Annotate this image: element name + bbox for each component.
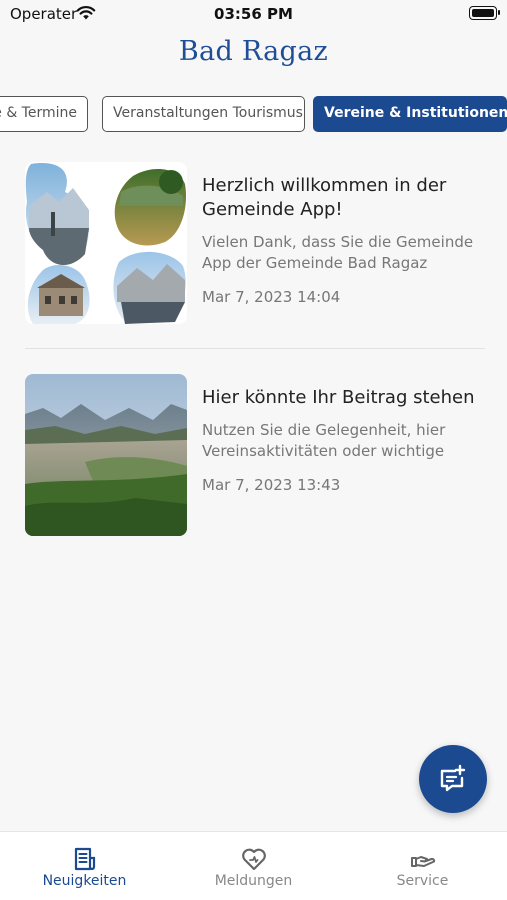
- status-bar: Operater 03:56 PM: [0, 0, 507, 28]
- tab-label: Service: [396, 873, 449, 889]
- news-title: Herzlich willkommen in der Gemeinde App!: [202, 175, 447, 220]
- news-item[interactable]: Herzlich willkommen in der Gemeinde App!…: [25, 162, 487, 324]
- service-hand-icon: [411, 856, 436, 867]
- status-time: 03:56 PM: [214, 5, 293, 23]
- app-screen: Operater 03:56 PM Bad Ragaz e & Termine …: [0, 0, 507, 900]
- heart-report-icon: [242, 848, 266, 871]
- news-thumbnail-collage: [25, 162, 187, 324]
- bottom-tab-bar: Neuigkeiten Meldungen Service: [0, 831, 507, 900]
- tab-service[interactable]: Service: [338, 832, 507, 900]
- category-chip-veranstaltungen-tourismus[interactable]: Veranstaltungen Tourismus: [102, 96, 305, 132]
- news-thumbnail-valley-photo: [25, 374, 187, 536]
- tab-label: Neuigkeiten: [42, 873, 127, 889]
- news-date: Mar 7, 2023 14:04: [202, 288, 341, 306]
- add-post-icon: [440, 764, 466, 792]
- news-text-block: Hier könnte Ihr Beitrag stehen Nutzen Si…: [202, 386, 487, 494]
- news-divider: [25, 348, 485, 349]
- news-item[interactable]: Hier könnte Ihr Beitrag stehen Nutzen Si…: [25, 374, 487, 536]
- news-description: Nutzen Sie die Gelegenheit, hier Vereins…: [202, 421, 446, 460]
- news-date: Mar 7, 2023 13:43: [202, 476, 341, 494]
- news-title: Hier könnte Ihr Beitrag stehen: [202, 387, 475, 408]
- tab-meldungen[interactable]: Meldungen: [169, 832, 338, 900]
- category-chip-vereine-institutionen[interactable]: Vereine & Institutionen: [313, 96, 507, 132]
- category-chip-termine[interactable]: e & Termine: [0, 96, 88, 132]
- category-filter-bar: e & Termine Veranstaltungen Tourismus Ve…: [0, 96, 507, 134]
- news-text-block: Herzlich willkommen in der Gemeinde App!…: [202, 174, 487, 306]
- add-post-button[interactable]: [419, 745, 487, 813]
- battery-icon: [469, 6, 500, 20]
- news-description: Vielen Dank, dass Sie die Gemeinde App d…: [202, 233, 474, 272]
- tab-label: Meldungen: [214, 873, 293, 889]
- tab-neuigkeiten[interactable]: Neuigkeiten: [0, 832, 169, 900]
- news-icon: [74, 847, 96, 871]
- app-title: Bad Ragaz: [178, 36, 329, 67]
